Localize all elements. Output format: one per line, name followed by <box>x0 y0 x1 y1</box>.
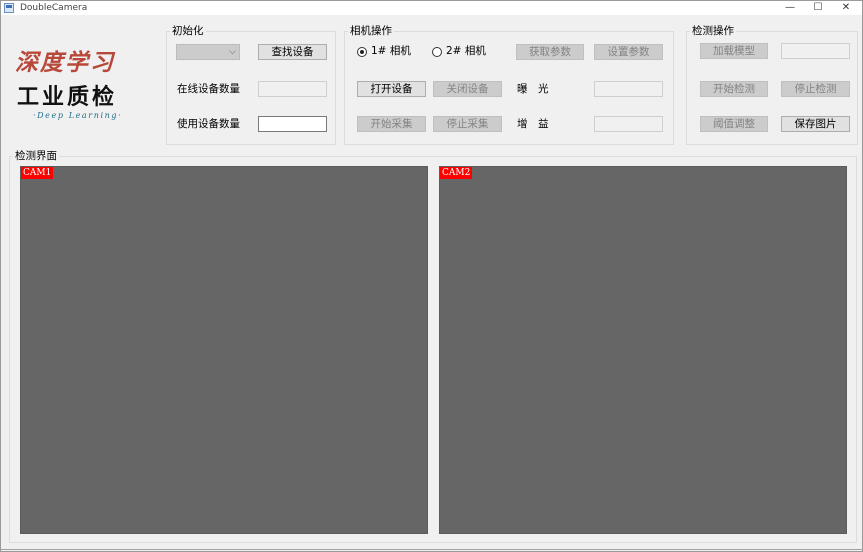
device-combo[interactable]: ⌵ <box>176 44 240 60</box>
radio-checked-icon <box>357 47 367 57</box>
init-group-label: 初始化 <box>170 25 206 37</box>
use-count-input[interactable] <box>258 116 327 132</box>
camera-group-label: 相机操作 <box>348 25 394 37</box>
find-device-button[interactable]: 查找设备 <box>258 44 327 60</box>
camera1-radio[interactable]: 1# 相机 <box>357 45 417 59</box>
main-window: DoubleCamera — ☐ ✕ 深度学习 工业质检 ·Deep Learn… <box>0 0 863 552</box>
logo-subtitle: ·Deep Learning· <box>33 111 123 120</box>
radio-unchecked-icon <box>432 47 442 57</box>
open-device-button[interactable]: 打开设备 <box>357 81 426 97</box>
camera1-display[interactable]: CAM1 <box>20 166 428 534</box>
detect-group-label: 检测操作 <box>690 25 736 37</box>
start-detect-button[interactable]: 开始检测 <box>700 81 768 97</box>
app-icon <box>4 3 14 13</box>
threshold-adjust-button[interactable]: 阈值调整 <box>700 116 768 132</box>
logo-title-inspection: 工业质检 <box>17 84 118 110</box>
model-path-field[interactable] <box>781 43 850 59</box>
use-count-label: 使用设备数量 <box>177 118 240 130</box>
view-group-label: 检测界面 <box>13 150 59 162</box>
get-params-button[interactable]: 获取参数 <box>516 44 584 60</box>
gain-input[interactable] <box>594 116 663 132</box>
close-icon[interactable]: ✕ <box>832 1 860 15</box>
camera1-tag: CAM1 <box>21 167 54 179</box>
title-bar: DoubleCamera — ☐ ✕ <box>1 1 862 15</box>
save-image-button[interactable]: 保存图片 <box>781 116 850 132</box>
camera1-radio-label: 1# 相机 <box>371 45 411 57</box>
stop-grab-button[interactable]: 停止采集 <box>433 116 502 132</box>
window-bottom-border <box>1 549 863 550</box>
chevron-down-icon: ⌵ <box>229 47 236 57</box>
load-model-button[interactable]: 加载模型 <box>700 43 768 59</box>
camera2-tag: CAM2 <box>440 167 473 179</box>
online-count-field <box>258 81 327 97</box>
minimize-icon[interactable]: — <box>776 1 804 15</box>
close-device-button[interactable]: 关闭设备 <box>433 81 502 97</box>
set-params-button[interactable]: 设置参数 <box>594 44 663 60</box>
maximize-icon[interactable]: ☐ <box>804 1 832 15</box>
online-count-label: 在线设备数量 <box>177 83 240 95</box>
start-grab-button[interactable]: 开始采集 <box>357 116 426 132</box>
logo-title-deep-learning: 深度学习 <box>15 49 115 76</box>
logo: 深度学习 工业质检 ·Deep Learning· <box>11 39 161 129</box>
gain-label: 增 益 <box>517 118 549 130</box>
camera2-radio[interactable]: 2# 相机 <box>432 45 492 59</box>
stop-detect-button[interactable]: 停止检测 <box>781 81 850 97</box>
window-title: DoubleCamera <box>20 3 88 13</box>
exposure-label: 曝 光 <box>517 83 549 95</box>
exposure-input[interactable] <box>594 81 663 97</box>
camera2-radio-label: 2# 相机 <box>446 45 486 57</box>
camera2-display[interactable]: CAM2 <box>439 166 847 534</box>
